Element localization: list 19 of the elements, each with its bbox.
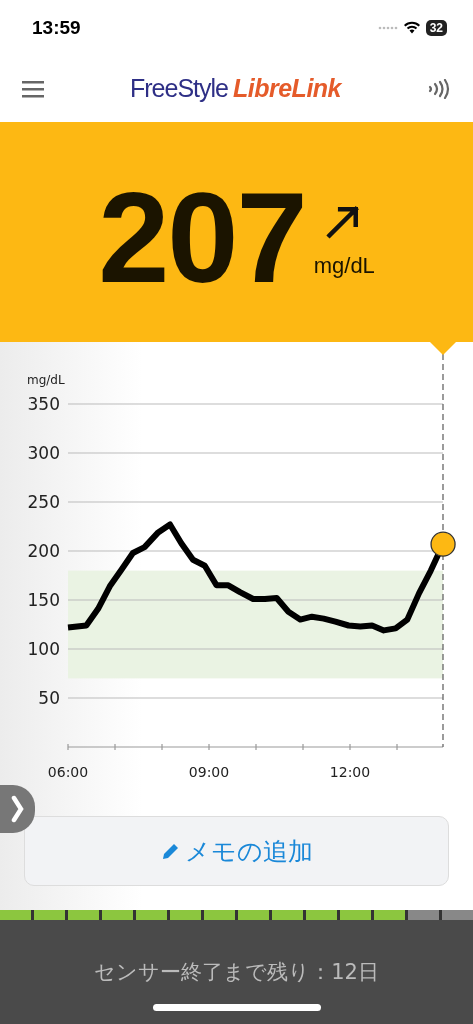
y-tick-label: 250	[27, 492, 60, 512]
y-tick-label: 100	[27, 639, 60, 659]
battery-indicator: 32	[425, 19, 447, 36]
y-tick-label: 150	[27, 590, 60, 610]
x-tick-label: 06:00	[47, 764, 89, 780]
sensor-remaining-text: センサー終了まで残り：12日	[94, 959, 379, 986]
brand-name: FreeStyle	[130, 74, 228, 103]
glucose-value: 207	[98, 164, 306, 311]
x-tick-label: 09:00	[188, 764, 230, 780]
y-axis-unit: mg/dL	[27, 373, 65, 387]
y-tick-label: 200	[27, 541, 60, 561]
add-note-button[interactable]: メモの追加	[24, 816, 449, 886]
y-tick-label: 300	[27, 443, 60, 463]
x-tick-label: 12:00	[329, 764, 371, 780]
y-tick-label: 350	[27, 394, 60, 414]
glucose-unit: mg/dL	[313, 253, 375, 279]
brand-name-italic: LibreLink	[233, 74, 341, 103]
status-time: 13:59	[32, 16, 81, 39]
y-tick-label: 50	[38, 688, 60, 708]
